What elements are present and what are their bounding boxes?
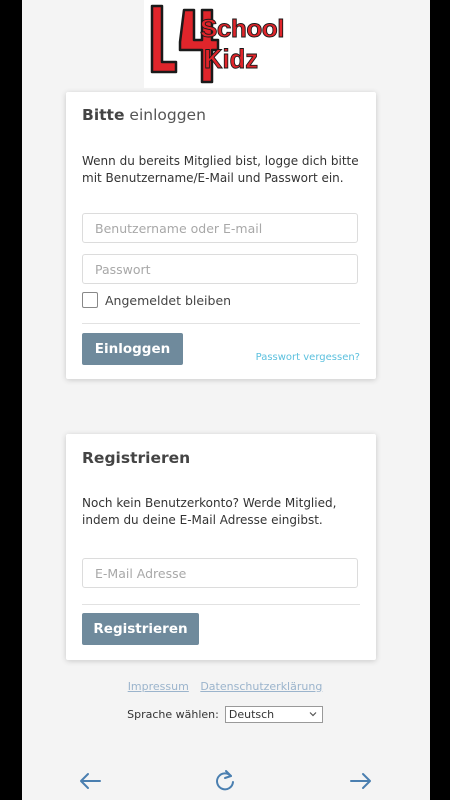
login-button[interactable]: Einloggen [82, 333, 183, 365]
login-description: Wenn du bereits Mitglied bist, logge dic… [82, 154, 359, 185]
footer-links: Impressum Datenschutzerklärung [0, 680, 450, 693]
register-title: Registrieren [82, 449, 190, 467]
login-divider [82, 323, 360, 324]
register-button[interactable]: Registrieren [82, 613, 199, 645]
logo-graphic: School Kidz [150, 4, 285, 84]
register-divider [82, 604, 360, 605]
reload-icon[interactable] [213, 768, 237, 794]
school-kidz-logo: School Kidz [144, 0, 290, 88]
chevron-down-icon [309, 712, 317, 717]
username-input[interactable] [82, 213, 358, 243]
imprint-link[interactable]: Impressum [128, 680, 189, 693]
login-card: Bitte einloggen Wenn du bereits Mitglied… [66, 92, 376, 379]
password-input[interactable] [82, 254, 358, 284]
remember-me-checkbox[interactable] [82, 292, 98, 308]
email-input[interactable] [82, 558, 358, 588]
language-selected-value: Deutsch [228, 708, 275, 721]
login-title-bold: Bitte [82, 106, 125, 124]
arrow-left-icon[interactable] [77, 768, 103, 794]
language-selector-row: Sprache wählen: Deutsch [0, 706, 450, 723]
remember-me-row[interactable]: Angemeldet bleiben [82, 291, 231, 309]
logo-text-school: School [200, 15, 284, 43]
login-title-light: einloggen [129, 106, 206, 124]
forgot-password-link[interactable]: Passwort vergessen? [256, 352, 360, 363]
arrow-right-icon[interactable] [348, 768, 374, 794]
register-title-text: Registrieren [82, 449, 191, 467]
register-description: Noch kein Benutzerkonto? Werde Mitglied,… [82, 496, 337, 527]
logo-text-kidz: Kidz [204, 44, 258, 74]
bottom-nav-bar [22, 750, 430, 800]
language-label: Sprache wählen: [127, 708, 219, 721]
login-title: Bitte einloggen [82, 106, 206, 124]
language-select[interactable]: Deutsch [224, 706, 323, 723]
privacy-link[interactable]: Datenschutzerklärung [200, 680, 322, 693]
register-card: Registrieren Noch kein Benutzerkonto? We… [66, 434, 376, 660]
remember-me-label[interactable]: Angemeldet bleiben [105, 293, 231, 308]
